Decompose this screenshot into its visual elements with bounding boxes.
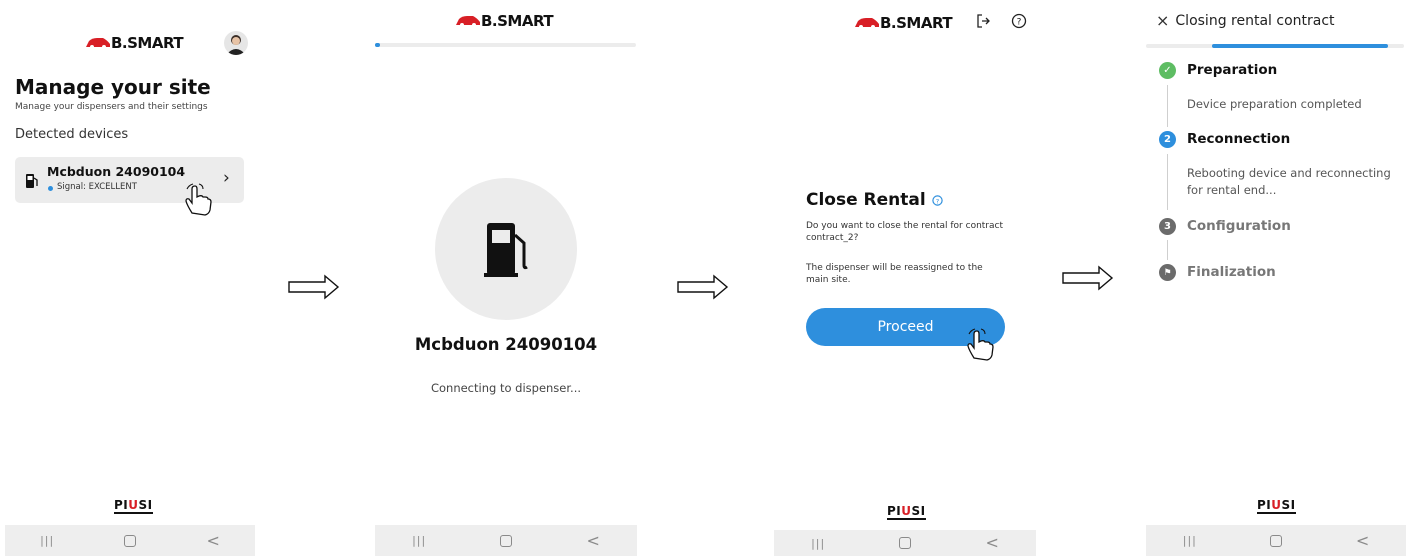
- page-subtitle: Manage your dispensers and their setting…: [15, 102, 208, 112]
- device-signal: Signal: EXCELLENT: [57, 182, 137, 192]
- fuel-pump-icon: [484, 223, 528, 277]
- home-button[interactable]: [500, 534, 513, 547]
- back-button[interactable]: <: [587, 532, 600, 549]
- step-title-configuration: Configuration: [1187, 218, 1291, 234]
- step-title-reconnection: Reconnection: [1187, 131, 1291, 147]
- piusi-logo: PIUSI: [1257, 498, 1296, 514]
- steps-progress-fill: [1212, 44, 1388, 48]
- back-button[interactable]: <: [986, 535, 999, 551]
- connection-progress-fill: [375, 43, 380, 47]
- android-nav-bar: ||| <: [375, 525, 637, 556]
- home-button[interactable]: [1270, 534, 1283, 547]
- step-connector: [1167, 240, 1168, 260]
- header-row: × Closing rental contract: [1156, 11, 1335, 30]
- signal-dot: [48, 186, 53, 191]
- step-number-badge: 2: [1159, 131, 1176, 148]
- home-button[interactable]: [899, 537, 912, 549]
- close-icon[interactable]: ×: [1156, 11, 1169, 30]
- piusi-logo: PIUSI: [887, 504, 926, 520]
- back-button[interactable]: <: [1356, 532, 1369, 549]
- recent-apps-button[interactable]: |||: [1183, 534, 1197, 547]
- screen-connecting: B.SMART Mcbduon 24090104 Connecting to d…: [375, 0, 637, 556]
- chevron-right-icon: ›: [223, 168, 230, 188]
- dialog-title: Close Rental: [806, 190, 926, 210]
- bsmart-logo: B.SMART: [85, 34, 184, 52]
- proceed-label: Proceed: [877, 319, 934, 335]
- screen-closing-contract: × Closing rental contract ✓ Preparation …: [1146, 0, 1406, 556]
- step-check-icon: ✓: [1159, 62, 1176, 79]
- recent-apps-button[interactable]: |||: [412, 534, 426, 547]
- section-heading: Detected devices: [15, 127, 129, 142]
- step-title-finalization: Finalization: [1187, 264, 1276, 280]
- step-desc-preparation: Device preparation completed: [1187, 97, 1362, 111]
- header-title: Closing rental contract: [1175, 12, 1335, 29]
- info-icon[interactable]: ?: [932, 194, 943, 206]
- avatar[interactable]: [224, 31, 248, 55]
- step-number-badge: 3: [1159, 218, 1176, 235]
- step-connector: [1167, 154, 1168, 210]
- svg-text:?: ?: [935, 197, 938, 205]
- connection-status: Connecting to dispenser...: [430, 381, 582, 395]
- car-logo-icon: [86, 38, 110, 49]
- page-title: Manage your site: [15, 75, 211, 99]
- dialog-title-row: Close Rental ?: [806, 190, 943, 210]
- bsmart-logo: B.SMART: [854, 14, 953, 32]
- flow-arrow-icon: [1062, 265, 1114, 291]
- logout-icon[interactable]: [977, 14, 991, 28]
- car-logo-icon: [855, 18, 879, 29]
- screen-close-rental: B.SMART ? Close Rental ? Do you want to …: [774, 0, 1036, 556]
- user-avatar-icon: [226, 35, 246, 55]
- svg-text:?: ?: [1017, 18, 1022, 28]
- recent-apps-button[interactable]: |||: [811, 537, 825, 550]
- android-nav-bar: ||| <: [1146, 525, 1406, 556]
- fuel-pump-icon: [26, 174, 38, 188]
- android-nav-bar: ||| <: [774, 530, 1036, 556]
- flow-arrow-icon: [677, 274, 729, 300]
- step-title-preparation: Preparation: [1187, 62, 1278, 78]
- device-name: Mcbduon 24090104: [47, 164, 186, 179]
- android-nav-bar: ||| <: [5, 525, 255, 556]
- car-logo-icon: [456, 16, 480, 27]
- step-desc-reconnection: Rebooting device and reconnecting for re…: [1187, 166, 1391, 197]
- device-name: Mcbduon 24090104: [414, 335, 598, 354]
- connection-progress-track: [375, 43, 636, 47]
- flow-arrow-icon: [288, 274, 340, 300]
- screen-manage-site: B.SMART Manage your site Manage your dis…: [5, 0, 255, 556]
- flag-icon: ⚑: [1159, 264, 1176, 281]
- dialog-note: The dispenser will be reassigned to the …: [806, 263, 983, 285]
- tap-hand-icon: [185, 183, 212, 216]
- dialog-question: Do you want to close the rental for cont…: [806, 221, 1003, 243]
- dispenser-circle: [435, 178, 577, 320]
- tap-hand-icon: [967, 328, 994, 361]
- step-connector: [1167, 85, 1168, 127]
- back-button[interactable]: <: [207, 532, 220, 549]
- help-icon[interactable]: ?: [1011, 13, 1027, 29]
- bsmart-logo: B.SMART: [455, 12, 554, 30]
- recent-apps-button[interactable]: |||: [40, 534, 54, 547]
- home-button[interactable]: [124, 534, 137, 547]
- piusi-logo: PIUSI: [114, 498, 153, 514]
